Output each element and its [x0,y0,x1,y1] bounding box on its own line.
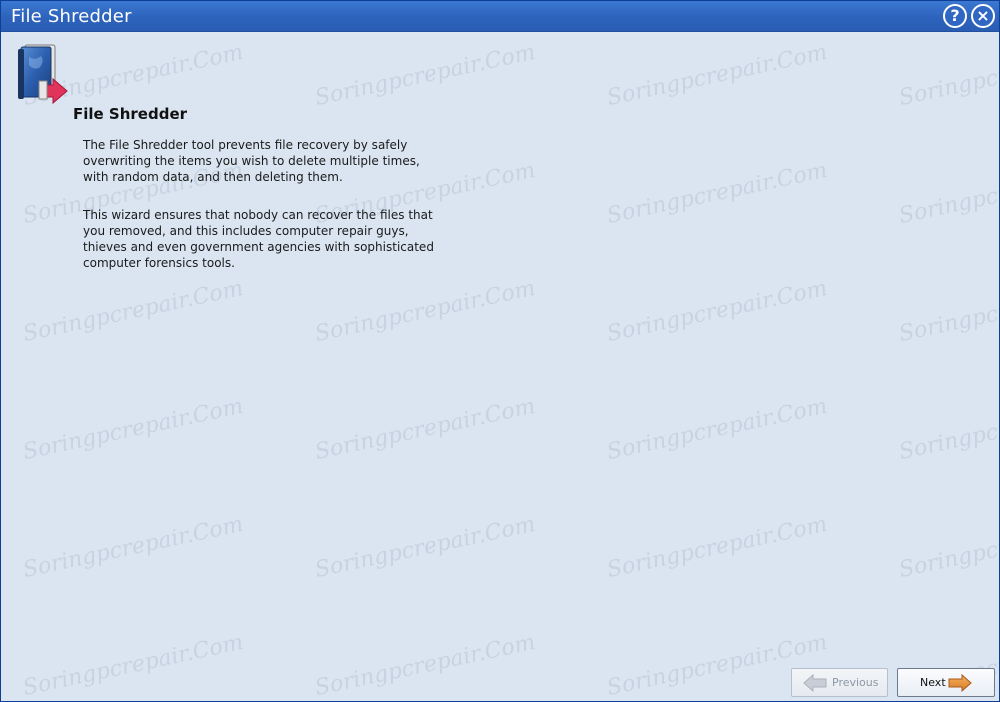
watermark-text: Soringpcrepair.Com [896,275,999,348]
page-heading: File Shredder [73,105,188,123]
help-button[interactable]: ? [943,4,967,28]
close-circle-icon: × [976,6,990,25]
description-paragraph-1: The File Shredder tool prevents file rec… [83,138,420,184]
close-button[interactable]: × [971,4,995,28]
watermark-text: Soringpcrepair.Com [312,275,538,348]
watermark-text: Soringpcrepair.Com [896,157,999,230]
next-button-label: Next [920,676,946,689]
watermark-text: Soringpcrepair.Com [312,629,538,701]
title-bar[interactable]: File Shredder ? × [1,1,999,32]
next-button[interactable]: Next [897,668,995,697]
book-shredder-icon [18,44,68,105]
file-shredder-window: File Shredder ? × Soringpcrepair.Com Sori… [0,0,1000,702]
arrow-right-icon [948,674,972,692]
watermark-text: Soringpcrepair.Com [312,393,538,466]
watermark-text: Soringpcrepair.Com [896,511,999,584]
watermark-text: Soringpcrepair.Com [604,393,830,466]
arrow-left-icon [803,674,827,692]
watermark-text: Soringpcrepair.Com [604,275,830,348]
previous-button[interactable]: Previous [791,668,888,697]
watermark-text: Soringpcrepair.Com [604,39,830,112]
help-circle-icon: ? [950,6,960,25]
wizard-content: Soringpcrepair.Com Soringpcrepair.Com Sori… [1,33,999,701]
watermark-text: Soringpcrepair.Com [896,39,999,112]
watermark-text: Soringpcrepair.Com [896,393,999,466]
previous-button-label: Previous [832,676,879,689]
watermark-text: Soringpcrepair.Com [20,511,246,584]
watermark-text: Soringpcrepair.Com [312,39,538,112]
watermark-text: Soringpcrepair.Com [604,511,830,584]
watermark-text: Soringpcrepair.Com [20,275,246,348]
description-paragraph-2: This wizard ensures that nobody can reco… [83,208,434,270]
watermark-text: Soringpcrepair.Com [20,629,246,701]
watermark-text: Soringpcrepair.Com [20,393,246,466]
window-title: File Shredder [11,6,132,27]
watermark-text: Soringpcrepair.Com [604,157,830,230]
watermark-text: Soringpcrepair.Com [312,511,538,584]
